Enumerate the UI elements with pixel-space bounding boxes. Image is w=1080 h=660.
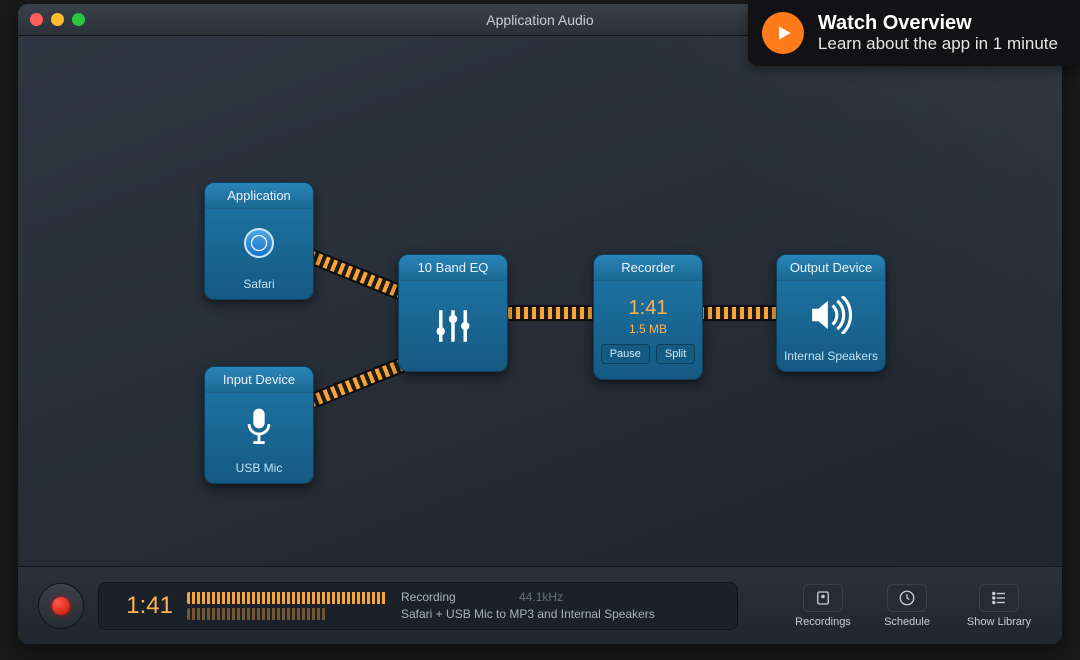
safari-icon xyxy=(244,228,274,258)
window-title: Application Audio xyxy=(486,12,593,28)
tile-eq[interactable]: 10 Band EQ xyxy=(398,254,508,372)
recorder-filesize: 1.5 MB xyxy=(629,322,667,336)
bottom-toolbar: 1:41 Recording 44.1kHz Safari + USB Mic … xyxy=(18,566,1062,644)
status-samplerate: 44.1kHz xyxy=(519,590,563,604)
close-icon[interactable] xyxy=(30,13,43,26)
tile-input-label: USB Mic xyxy=(236,461,283,475)
microphone-icon xyxy=(242,393,276,461)
level-meter xyxy=(187,591,387,621)
record-icon xyxy=(52,597,70,615)
status-route: Safari + USB Mic to MP3 and Internal Spe… xyxy=(401,606,655,623)
tile-output-header: Output Device xyxy=(777,255,885,281)
tile-application-header: Application xyxy=(205,183,313,209)
pause-button[interactable]: Pause xyxy=(601,344,650,364)
tile-input-header: Input Device xyxy=(205,367,313,393)
list-icon xyxy=(979,584,1019,612)
tile-recorder-header: Recorder xyxy=(594,255,702,281)
tile-application-label: Safari xyxy=(243,277,274,291)
equalizer-icon xyxy=(432,281,474,371)
tile-recorder[interactable]: Recorder 1:41 1.5 MB Pause Split xyxy=(593,254,703,380)
library-label: Show Library xyxy=(967,616,1031,628)
status-state: Recording xyxy=(401,590,456,604)
app-window: Application Audio Application Safari Inp… xyxy=(18,4,1062,644)
tile-eq-header: 10 Band EQ xyxy=(399,255,507,281)
overview-title: Watch Overview xyxy=(818,12,1058,34)
recordings-button[interactable]: Recordings xyxy=(788,584,858,628)
status-text: Recording 44.1kHz Safari + USB Mic to MP… xyxy=(401,589,655,623)
overview-subtitle: Learn about the app in 1 minute xyxy=(818,34,1058,54)
recorder-elapsed: 1:41 xyxy=(629,297,668,320)
status-elapsed: 1:41 xyxy=(113,592,173,620)
show-library-button[interactable]: Show Library xyxy=(956,584,1042,628)
recordings-icon xyxy=(803,584,843,612)
status-panel: 1:41 Recording 44.1kHz Safari + USB Mic … xyxy=(98,582,738,630)
tile-output-device[interactable]: Output Device Internal Speakers xyxy=(776,254,886,372)
tile-application[interactable]: Application Safari xyxy=(204,182,314,300)
minimize-icon[interactable] xyxy=(51,13,64,26)
play-icon xyxy=(762,12,804,54)
schedule-button[interactable]: Schedule xyxy=(872,584,942,628)
zoom-icon[interactable] xyxy=(72,13,85,26)
traffic-lights xyxy=(30,13,85,26)
tile-input-device[interactable]: Input Device USB Mic xyxy=(204,366,314,484)
recordings-label: Recordings xyxy=(795,616,851,628)
clock-icon xyxy=(887,584,927,612)
cable-recorder-to-output xyxy=(700,305,780,321)
split-button[interactable]: Split xyxy=(656,344,695,364)
pipeline-canvas[interactable]: Application Safari Input Device USB Mic … xyxy=(18,36,1062,566)
watch-overview-card[interactable]: Watch Overview Learn about the app in 1 … xyxy=(748,0,1080,66)
tile-output-label: Internal Speakers xyxy=(784,349,878,363)
schedule-label: Schedule xyxy=(884,616,930,628)
record-button[interactable] xyxy=(38,583,84,629)
speaker-icon xyxy=(809,281,853,349)
